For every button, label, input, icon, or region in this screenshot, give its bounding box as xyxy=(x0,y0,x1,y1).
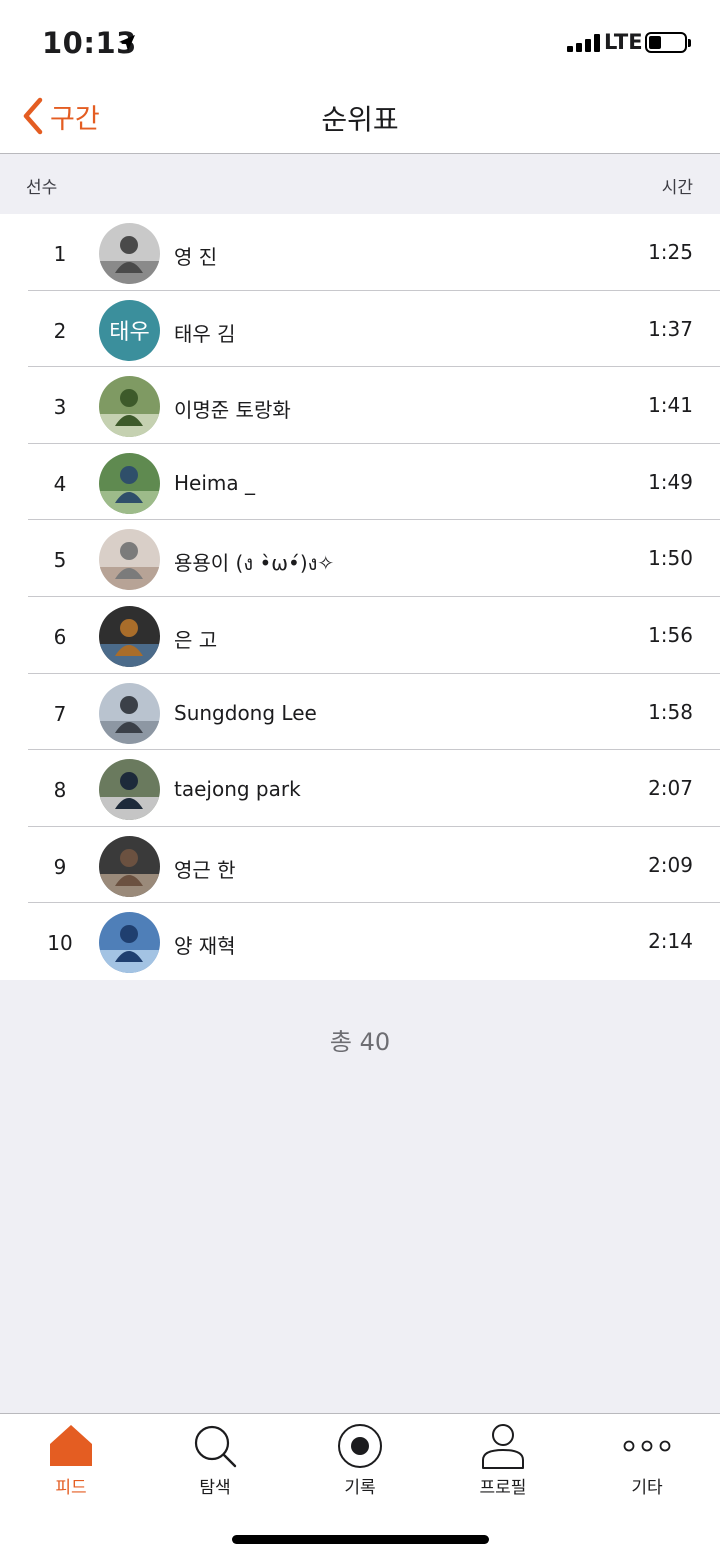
avatar[interactable] xyxy=(99,376,160,438)
rank-number: 3 xyxy=(53,395,67,420)
leaderboard-row[interactable]: 6 은 고 1:56 xyxy=(0,597,720,674)
leaderboard-row[interactable]: 5 용용이 (ง •̀ω•́)ง✧ 1:50 xyxy=(0,520,720,597)
segment-time: 1:56 xyxy=(648,622,693,647)
rank-number: 9 xyxy=(53,854,67,879)
leaderboard-row[interactable]: 9 영근 한 2:09 xyxy=(0,827,720,904)
avatar[interactable] xyxy=(99,759,160,821)
athlete-name[interactable]: 영 진 xyxy=(174,241,217,270)
rank-number: 10 xyxy=(47,931,73,956)
avatar-photo xyxy=(99,529,160,591)
avatar-photo xyxy=(99,682,160,744)
rank-number: 5 xyxy=(53,548,67,573)
leaderboard-row[interactable]: 1 영 진 1:25 xyxy=(0,214,720,291)
leaderboard-list: 1 영 진 1:25 2 태우 태우 김 1:37 3 이명준 토랑화 1:41 4 Heima _ 1… xyxy=(0,214,720,980)
leaderboard-row[interactable]: 3 이명준 토랑화 1:41 xyxy=(0,367,720,444)
avatar[interactable] xyxy=(99,452,160,514)
avatar[interactable] xyxy=(99,682,160,744)
table-header: 선수 시간 xyxy=(0,155,720,214)
tab-record[interactable]: 기록 xyxy=(310,1422,410,1508)
home-indicator xyxy=(232,1535,489,1544)
rank-number: 2 xyxy=(53,318,67,343)
avatar[interactable] xyxy=(99,223,160,284)
cellular-signal-icon xyxy=(567,34,603,52)
leaderboard-row[interactable]: 10 양 재혁 2:14 xyxy=(0,903,720,980)
segment-time: 1:41 xyxy=(648,393,693,418)
rank-number: 7 xyxy=(53,701,67,726)
status-bar: 10:13 LTE xyxy=(0,0,720,80)
avatar-photo xyxy=(99,835,160,897)
leaderboard-row[interactable]: 2 태우 태우 김 1:37 xyxy=(0,291,720,368)
segment-time: 2:07 xyxy=(648,776,693,801)
segment-time: 1:49 xyxy=(648,469,693,494)
leaderboard-row[interactable]: 7 Sungdong Lee 1:58 xyxy=(0,674,720,751)
segment-time: 2:14 xyxy=(648,929,693,954)
leaderboard-row[interactable]: 8 taejong park 2:07 xyxy=(0,750,720,827)
tab-explore[interactable]: 탐색 xyxy=(165,1422,265,1508)
leaderboard-screen: 10:13 LTE 구간 순위표 선수 시간 1영 진1:252태우태우 xyxy=(0,0,720,1558)
record-icon xyxy=(338,1424,382,1468)
tab-label: 피드 xyxy=(55,1478,87,1498)
athlete-name[interactable]: 태우 김 xyxy=(174,318,236,347)
athlete-name[interactable]: 은 고 xyxy=(174,624,217,653)
tab-label: 탐색 xyxy=(199,1478,231,1498)
athlete-name[interactable]: 영근 한 xyxy=(174,854,236,883)
avatar-photo xyxy=(99,376,160,438)
battery-icon xyxy=(645,32,691,53)
avatar-photo xyxy=(99,759,160,821)
rank-number: 6 xyxy=(53,624,67,649)
avatar-photo xyxy=(99,223,160,284)
navigation-bar: 구간 순위표 xyxy=(0,80,720,154)
segment-time: 1:58 xyxy=(648,699,693,724)
athlete-name[interactable]: Heima _ xyxy=(174,471,255,495)
avatar[interactable] xyxy=(99,835,160,897)
athlete-name[interactable]: Sungdong Lee xyxy=(174,701,317,725)
athlete-name[interactable]: taejong park xyxy=(174,777,301,801)
page-title: 순위표 xyxy=(321,103,399,136)
rank-number: 4 xyxy=(53,471,67,496)
avatar[interactable] xyxy=(99,912,160,974)
tab-profile[interactable]: 프로필 xyxy=(453,1422,553,1508)
avatar-initials[interactable]: 태우 xyxy=(99,299,160,361)
segment-time: 1:37 xyxy=(648,316,693,341)
location-arrow-icon xyxy=(119,35,135,51)
avatar[interactable] xyxy=(99,529,160,591)
athlete-name[interactable]: 용용이 (ง •̀ω•́)ง✧ xyxy=(174,547,334,579)
leaderboard-row[interactable]: 4 Heima _ 1:49 xyxy=(0,444,720,521)
more-icon xyxy=(623,1440,671,1452)
segment-time: 2:09 xyxy=(648,852,693,877)
segment-time: 1:50 xyxy=(648,546,693,571)
rank-number: 8 xyxy=(53,778,67,803)
avatar[interactable] xyxy=(99,605,160,667)
home-icon xyxy=(50,1425,92,1466)
profile-icon xyxy=(482,1424,524,1469)
tab-more[interactable]: 기타 xyxy=(597,1422,697,1508)
avatar-photo xyxy=(99,605,160,667)
network-type: LTE xyxy=(604,30,643,54)
avatar-photo xyxy=(99,452,160,514)
athlete-column-header: 선수 xyxy=(26,178,58,198)
tab-label: 기록 xyxy=(344,1478,376,1498)
segment-time: 1:25 xyxy=(648,240,693,264)
avatar-photo xyxy=(99,912,160,974)
time-column-header: 시간 xyxy=(661,178,693,198)
tab-label: 프로필 xyxy=(479,1478,527,1498)
athlete-name[interactable]: 양 재혁 xyxy=(174,930,236,959)
tab-label: 기타 xyxy=(631,1478,663,1498)
total-count: 총 40 xyxy=(329,1028,391,1056)
athlete-name[interactable]: 이명준 토랑화 xyxy=(174,394,291,423)
tab-feed[interactable]: 피드 xyxy=(21,1422,121,1508)
search-icon xyxy=(194,1425,237,1468)
rank-number: 1 xyxy=(53,242,67,266)
